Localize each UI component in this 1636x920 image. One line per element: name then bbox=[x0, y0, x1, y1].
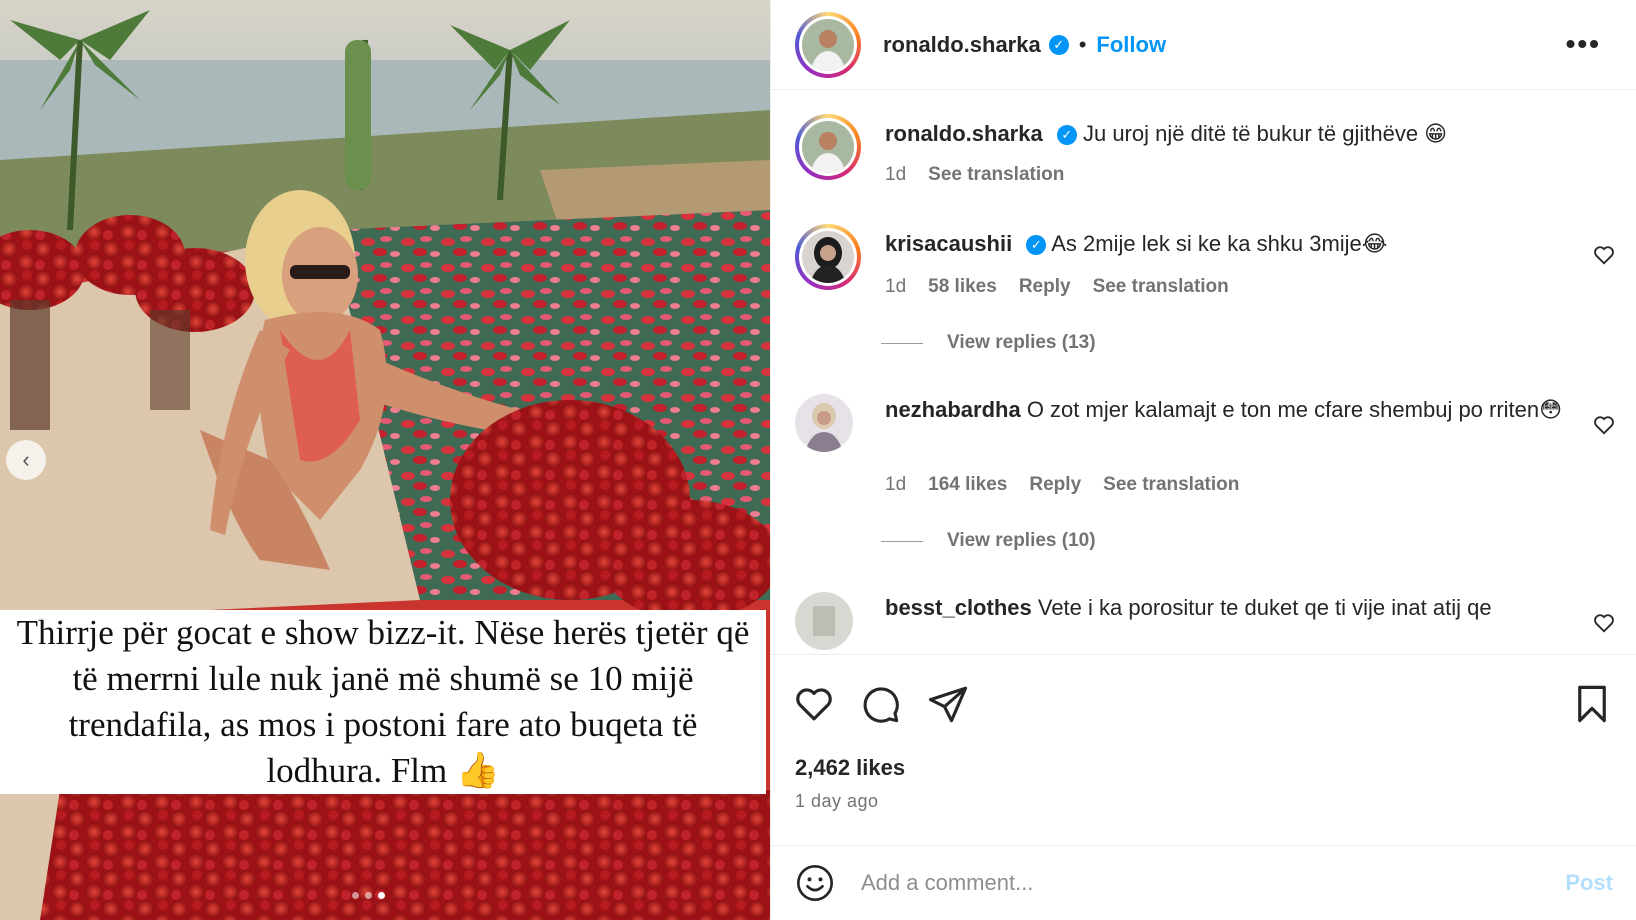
view-replies-button[interactable]: View replies (10) bbox=[881, 530, 1096, 552]
comment-item: besst_clothes Vete i ka porositur te duk… bbox=[795, 592, 1615, 652]
comment-likes[interactable]: 164 likes bbox=[928, 474, 1007, 496]
comment-text: Ju uroj një ditë të bukur të gjithëve 😁 bbox=[1082, 121, 1448, 146]
comment-time[interactable]: 1d bbox=[885, 164, 906, 186]
avatar-image bbox=[802, 18, 854, 71]
carousel-dots bbox=[352, 892, 385, 899]
comment-text: As 2mije lek si ke ka shku 3mije😂 bbox=[1051, 231, 1388, 256]
like-comment-heart-icon[interactable] bbox=[1593, 244, 1615, 266]
carousel-dot bbox=[352, 892, 359, 899]
verified-badge-icon: ✓ bbox=[1026, 235, 1047, 256]
comment-username[interactable]: krisacaushii bbox=[885, 231, 1012, 256]
comment-likes[interactable]: 58 likes bbox=[928, 276, 997, 298]
view-replies-label: View replies (13) bbox=[947, 332, 1096, 353]
avatar[interactable] bbox=[795, 394, 853, 457]
view-replies-label: View replies (10) bbox=[947, 530, 1096, 551]
save-bookmark-icon[interactable] bbox=[1571, 683, 1613, 725]
avatar-image bbox=[802, 231, 854, 283]
follow-button[interactable]: Follow bbox=[1096, 32, 1166, 58]
view-replies-button[interactable]: View replies (13) bbox=[881, 332, 1096, 354]
like-comment-heart-icon[interactable] bbox=[1593, 414, 1615, 436]
post-comment-button[interactable]: Post bbox=[1565, 870, 1613, 896]
avatar-image bbox=[795, 394, 853, 452]
header-username[interactable]: ronaldo.sharka bbox=[883, 32, 1041, 58]
caption-text: Thirrje për gocat e show bizz-it. Nëse h… bbox=[16, 613, 750, 790]
verified-badge-icon: ✓ bbox=[1056, 125, 1077, 146]
caption-comment: ronaldo.sharka ✓ Ju uroj një ditë të buk… bbox=[795, 114, 1615, 194]
more-options-icon[interactable]: ••• bbox=[1566, 28, 1601, 60]
carousel-dot-active bbox=[378, 892, 385, 899]
emoji-smiley-icon[interactable] bbox=[795, 863, 835, 903]
comment-item: nezhabardha O zot mjer kalamajt e ton me… bbox=[795, 394, 1615, 514]
reply-button[interactable]: Reply bbox=[1029, 474, 1081, 496]
comment-input[interactable] bbox=[861, 870, 1566, 896]
comment-item: krisacaushii ✓ As 2mije lek si ke ka shk… bbox=[795, 224, 1615, 324]
reply-button[interactable]: Reply bbox=[1019, 276, 1071, 298]
see-translation-link[interactable]: See translation bbox=[928, 164, 1064, 186]
comment-text: O zot mjer kalamajt e ton me cfare shemb… bbox=[1026, 397, 1563, 422]
avatar[interactable] bbox=[795, 224, 861, 290]
comment-username[interactable]: nezhabardha bbox=[885, 397, 1021, 422]
chevron-left-icon: ‹ bbox=[22, 447, 30, 472]
comments-list[interactable]: ronaldo.sharka ✓ Ju uroj një ditë të buk… bbox=[771, 92, 1636, 652]
caption-overlay: Thirrje për gocat e show bizz-it. Nëse h… bbox=[0, 610, 766, 794]
carousel-dot bbox=[365, 892, 372, 899]
comment-bubble-icon[interactable] bbox=[859, 683, 901, 725]
comment-username[interactable]: ronaldo.sharka bbox=[885, 121, 1043, 146]
replies-divider-line bbox=[881, 540, 923, 542]
comment-time[interactable]: 1d bbox=[885, 474, 906, 496]
post-timestamp[interactable]: 1 day ago bbox=[795, 791, 879, 812]
add-comment-bar: Post bbox=[771, 845, 1636, 920]
carousel-prev-button[interactable]: ‹ bbox=[6, 440, 46, 480]
like-heart-icon[interactable] bbox=[793, 683, 835, 725]
comment-username[interactable]: besst_clothes bbox=[885, 595, 1032, 620]
avatar-image bbox=[802, 121, 854, 173]
comment-text: Vete i ka porositur te duket qe ti vije … bbox=[1037, 595, 1492, 620]
see-translation-link[interactable]: See translation bbox=[1103, 474, 1239, 496]
post-sidebar: ronaldo.sharka ✓ • Follow ••• ronaldo.sh… bbox=[770, 0, 1636, 920]
share-send-icon[interactable] bbox=[927, 683, 969, 725]
replies-divider-line bbox=[881, 342, 923, 344]
verified-badge-icon: ✓ bbox=[1048, 34, 1069, 55]
like-comment-heart-icon[interactable] bbox=[1593, 612, 1615, 634]
likes-count[interactable]: 2,462 likes bbox=[795, 755, 905, 781]
avatar[interactable] bbox=[795, 11, 861, 78]
avatar-image bbox=[795, 592, 853, 650]
post-actions: 2,462 likes 1 day ago bbox=[771, 654, 1636, 844]
post-header: ronaldo.sharka ✓ • Follow ••• bbox=[771, 0, 1636, 90]
post-media[interactable]: Thirrje për gocat e show bizz-it. Nëse h… bbox=[0, 0, 770, 920]
see-translation-link[interactable]: See translation bbox=[1093, 276, 1229, 298]
comment-time[interactable]: 1d bbox=[885, 276, 906, 298]
avatar[interactable] bbox=[795, 592, 853, 652]
avatar[interactable] bbox=[795, 114, 861, 180]
separator-dot: • bbox=[1078, 31, 1087, 57]
